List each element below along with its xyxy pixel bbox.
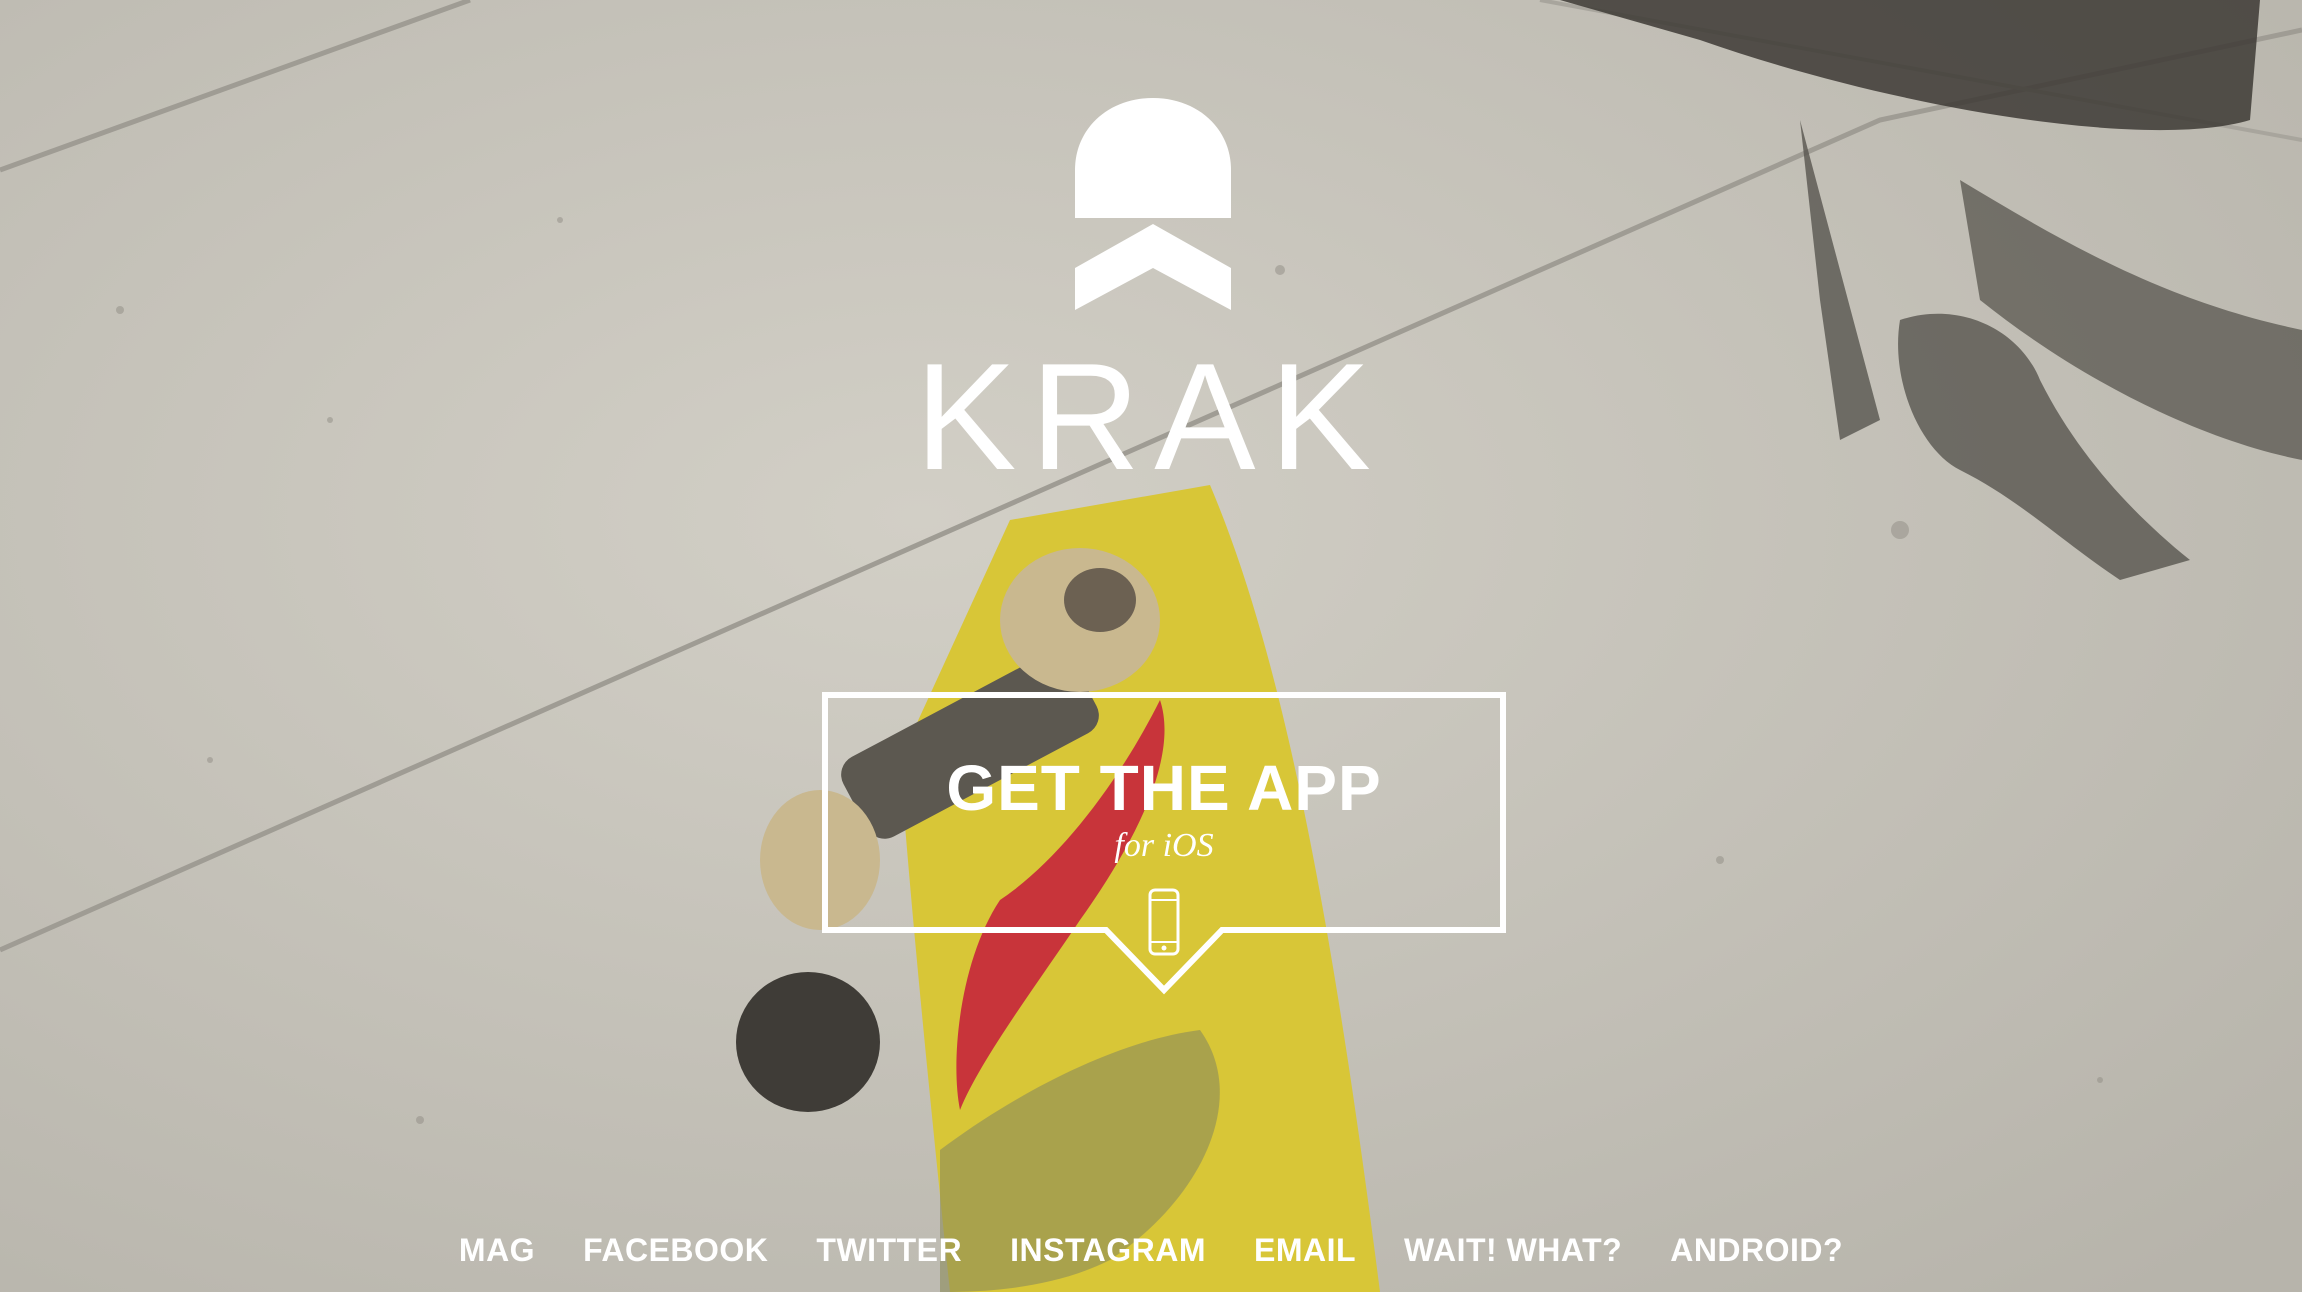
nav-link-wait-what[interactable]: WAIT! WHAT? [1404, 1226, 1622, 1274]
footer-nav: MAG FACEBOOK TWITTER INSTAGRAM EMAIL WAI… [0, 1226, 2302, 1274]
cta-subtitle: for iOS [1114, 827, 1214, 864]
phone-icon [1148, 888, 1180, 956]
nav-link-android[interactable]: ANDROID? [1670, 1226, 1843, 1274]
nav-link-instagram[interactable]: INSTAGRAM [1010, 1226, 1206, 1274]
nav-link-email[interactable]: EMAIL [1254, 1226, 1356, 1274]
nav-link-mag[interactable]: MAG [459, 1226, 535, 1274]
cta-title: GET THE APP [946, 752, 1382, 824]
nav-link-facebook[interactable]: FACEBOOK [583, 1226, 768, 1274]
nav-link-twitter[interactable]: TWITTER [816, 1226, 962, 1274]
krak-helmet-icon [1075, 98, 1231, 310]
get-the-app-button[interactable]: GET THE APP for iOS [822, 692, 1506, 1010]
brand-wordmark: KRAK [915, 332, 1385, 502]
